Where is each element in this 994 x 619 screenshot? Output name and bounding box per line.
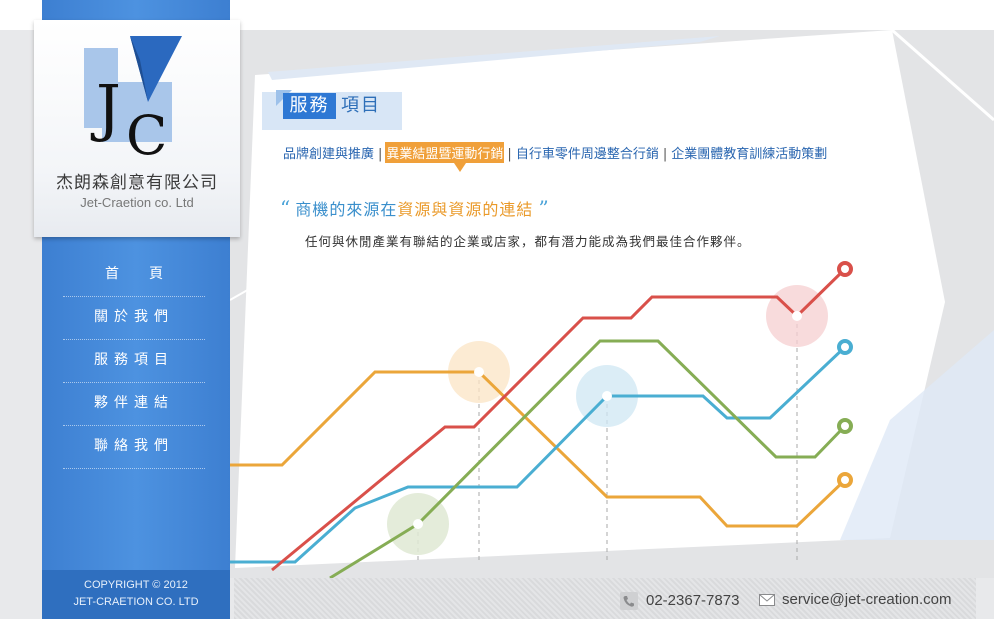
main-nav: 首頁 關於我們 服務項目 夥伴連結 聯絡我們: [63, 254, 205, 469]
nav-item-partners[interactable]: 夥伴連結: [63, 383, 205, 426]
company-name-cn: 杰朗森創意有限公司: [56, 173, 218, 193]
nav-item-home[interactable]: 首頁: [63, 254, 205, 297]
footer-phone[interactable]: 02-2367-7873: [646, 592, 739, 609]
section-title-rest: 項目: [341, 95, 381, 116]
tab-cross-industry-alliance[interactable]: 異業結盟暨運動行銷: [385, 142, 505, 163]
point-marker: [413, 519, 423, 529]
mail-icon: [759, 594, 775, 606]
active-tab-pointer-icon: [454, 163, 466, 172]
point-marker: [474, 367, 484, 377]
endpoint-marker: [837, 472, 853, 488]
nav-item-services[interactable]: 服務項目: [63, 340, 205, 383]
open-quote-mark: “: [280, 196, 291, 220]
tagline-part-2: 資源與資源的連結: [397, 200, 534, 219]
service-tabs: 品牌創建與推廣 | 異業結盟暨運動行銷 | 自行車零件周邊整合行銷 | 企業團體教育訓練活動…: [282, 142, 828, 163]
page: J C 杰朗森創意有限公司 Jet-Craetion co. Ltd 首頁 關於…: [0, 0, 994, 619]
tagline: “ 商機的來源在資源與資源的連結 ”: [280, 196, 549, 220]
tagline-description: 任何與休閒產業有聯結的企業或店家，都有潛力能成為我們最佳合作夥伴。: [305, 234, 751, 249]
close-quote-mark: ”: [538, 196, 549, 220]
tab-bicycle-parts-marketing[interactable]: 自行車零件周邊整合行銷: [515, 142, 660, 163]
tab-corporate-training[interactable]: 企業團體教育訓練活動策劃: [670, 142, 828, 163]
endpoint-marker: [837, 339, 853, 355]
tab-separator: |: [662, 147, 668, 162]
company-name-en: Jet-Craetion co. Ltd: [80, 195, 194, 210]
logo-card[interactable]: J C 杰朗森創意有限公司 Jet-Craetion co. Ltd: [34, 20, 240, 237]
endpoint-marker: [837, 261, 853, 277]
company-logo: J C: [84, 36, 182, 164]
nav-item-about[interactable]: 關於我們: [63, 297, 205, 340]
tab-separator: |: [507, 147, 512, 162]
section-title-highlight: 服務: [283, 93, 336, 119]
point-marker: [792, 311, 802, 321]
copyright-line-1: COPYRIGHT © 2012: [84, 579, 188, 591]
tab-separator: |: [378, 147, 383, 162]
phone-icon: [620, 592, 638, 610]
tagline-part-1: 商機的來源在: [295, 200, 398, 219]
nav-item-contact[interactable]: 聯絡我們: [63, 426, 205, 469]
logo-letter-c: C: [126, 104, 167, 164]
copyright: COPYRIGHT © 2012 JET-CRAETION CO. LTD: [42, 570, 230, 619]
tab-brand-building[interactable]: 品牌創建與推廣: [282, 142, 375, 163]
endpoint-marker: [837, 418, 853, 434]
copyright-line-2: JET-CRAETION CO. LTD: [73, 596, 199, 608]
point-marker: [602, 391, 612, 401]
footer-email[interactable]: service@jet-creation.com: [782, 591, 951, 608]
